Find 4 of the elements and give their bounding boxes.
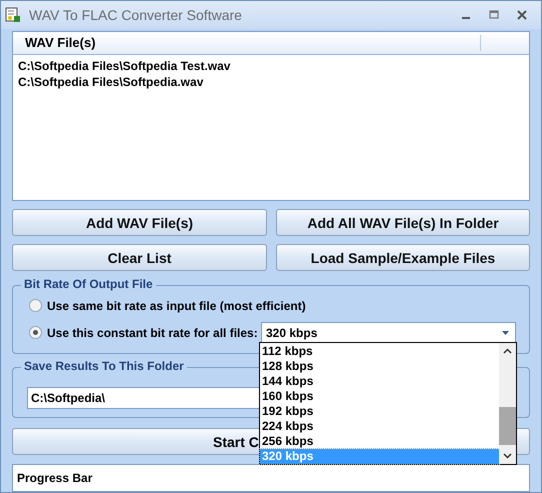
group-title: Save Results To This Folder	[21, 359, 187, 373]
window-title: WAV To FLAC Converter Software	[29, 7, 243, 23]
progress-label: Progress Bar	[17, 471, 92, 485]
group-title: Bit Rate Of Output File	[21, 277, 156, 291]
